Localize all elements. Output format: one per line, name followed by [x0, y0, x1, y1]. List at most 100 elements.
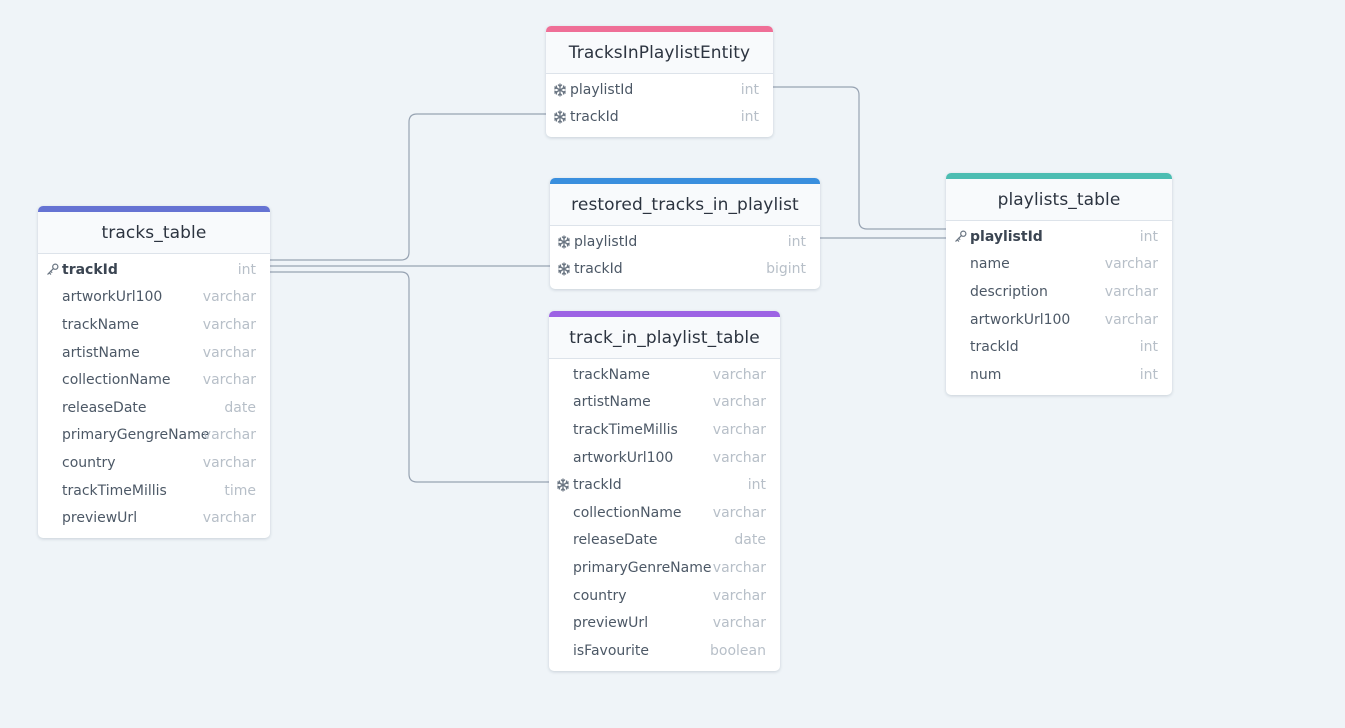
field-row-artwork-url100[interactable]: artworkUrl100 varchar [946, 306, 1172, 334]
field-type: bigint [766, 261, 806, 278]
field-row-collection-name[interactable]: collectionName varchar [38, 366, 270, 394]
field-type: varchar [712, 394, 766, 411]
field-name: trackId [573, 477, 622, 494]
field-type: varchar [202, 316, 256, 333]
field-row-track-name[interactable]: trackName varchar [549, 361, 780, 389]
field-list: trackId int artworkUrl100 varchar trackName v… [38, 254, 270, 538]
field-name: playlistId [970, 228, 1043, 245]
field-row-name[interactable]: name varchar [946, 251, 1172, 279]
field-row-artist-name[interactable]: artistName varchar [38, 339, 270, 367]
field-type: varchar [712, 587, 766, 604]
field-row-country[interactable]: country varchar [549, 582, 780, 610]
field-name: description [970, 283, 1048, 300]
field-name: num [970, 366, 1002, 383]
field-name: isFavourite [573, 642, 650, 659]
connector-trackid-to-track-in-playlist-table [270, 271, 549, 483]
field-name: trackName [62, 316, 139, 333]
field-row-preview-url[interactable]: previewUrl varchar [549, 609, 780, 637]
field-name: trackId [574, 261, 623, 278]
connector-trackid-to-tracksinplaylistentity [270, 113, 546, 261]
field-type: varchar [712, 449, 766, 466]
field-name: releaseDate [573, 532, 658, 549]
field-row-artist-name[interactable]: artistName varchar [549, 389, 780, 417]
field-row-primary-genre-name[interactable]: primaryGenreName varchar [549, 554, 780, 582]
field-name: trackTimeMillis [573, 421, 678, 438]
table-title[interactable]: tracks_table [38, 212, 270, 254]
snowflake-icon [553, 83, 567, 97]
field-name: trackId [970, 339, 1019, 356]
table-title[interactable]: TracksInPlaylistEntity [546, 32, 773, 74]
field-row-track-id[interactable]: trackId bigint [550, 256, 820, 284]
field-name: collectionName [62, 372, 171, 389]
field-type: varchar [712, 421, 766, 438]
field-row-is-favourite[interactable]: isFavourite boolean [549, 637, 780, 665]
table-title[interactable]: playlists_table [946, 179, 1172, 221]
field-row-playlist-id[interactable]: playlistId int [550, 228, 820, 256]
field-type: varchar [1104, 311, 1158, 328]
field-type: varchar [202, 344, 256, 361]
field-type: varchar [712, 559, 766, 576]
field-row-track-id[interactable]: trackId int [38, 256, 270, 284]
field-row-track-time-millis[interactable]: trackTimeMillis time [38, 477, 270, 505]
field-row-track-time-millis[interactable]: trackTimeMillis varchar [549, 416, 780, 444]
table-playlists-table[interactable]: playlists_table playlistId int name varchar d… [946, 173, 1172, 395]
table-tracks-table[interactable]: tracks_table trackId int artworkUrl100 varch… [38, 206, 270, 538]
field-row-artwork-url100[interactable]: artworkUrl100 varchar [38, 284, 270, 312]
field-type: time [224, 482, 256, 499]
field-list: trackName varchar artistName varchar trackTi… [549, 359, 780, 671]
table-tracksinplaylistentity[interactable]: TracksInPlaylistEntity playlistId int track… [546, 26, 773, 138]
field-row-collection-name[interactable]: collectionName varchar [549, 499, 780, 527]
field-name: previewUrl [62, 510, 138, 527]
field-list: playlistId int name varchar description varch… [946, 221, 1172, 395]
field-row-track-name[interactable]: trackName varchar [38, 311, 270, 339]
field-type: int [740, 109, 759, 126]
field-type: varchar [202, 289, 256, 306]
field-list: playlistId int trackId int [546, 74, 773, 137]
field-type: varchar [202, 427, 256, 444]
field-type: int [1139, 228, 1158, 245]
field-name: country [573, 587, 627, 604]
field-row-playlist-id[interactable]: playlistId int [546, 76, 773, 104]
field-type: int [740, 81, 759, 98]
field-row-description[interactable]: description varchar [946, 278, 1172, 306]
field-row-track-id[interactable]: trackId int [549, 471, 780, 499]
field-row-artwork-url100[interactable]: artworkUrl100 varchar [549, 444, 780, 472]
snowflake-icon [557, 262, 571, 277]
field-name: trackTimeMillis [62, 482, 167, 499]
field-type: varchar [712, 366, 766, 383]
field-row-num[interactable]: num int [946, 361, 1172, 389]
field-type: varchar [202, 372, 256, 389]
field-type: varchar [712, 504, 766, 521]
field-name: country [62, 454, 116, 471]
field-name: artistName [573, 394, 651, 411]
table-title[interactable]: track_in_playlist_table [549, 317, 780, 359]
field-name: artworkUrl100 [62, 289, 163, 306]
field-type: int [1139, 339, 1158, 356]
table-track-in-playlist-table[interactable]: track_in_playlist_table trackName varchar a… [549, 311, 780, 671]
field-type: date [224, 399, 256, 416]
field-type: int [237, 261, 256, 278]
field-name: artworkUrl100 [573, 449, 674, 466]
field-row-track-id[interactable]: trackId int [546, 104, 773, 132]
table-title[interactable]: restored_tracks_in_playlist [550, 184, 820, 226]
field-row-preview-url[interactable]: previewUrl varchar [38, 504, 270, 532]
field-row-release-date[interactable]: releaseDate date [38, 394, 270, 422]
table-restored-tracks-in-playlist[interactable]: restored_tracks_in_playlist playlistId int… [550, 178, 820, 290]
field-name: trackId [62, 261, 118, 278]
key-icon [953, 230, 967, 244]
field-type: boolean [710, 642, 766, 659]
snowflake-icon [556, 478, 570, 492]
field-name: primaryGenreName [573, 559, 712, 576]
field-row-track-id[interactable]: trackId int [946, 333, 1172, 361]
field-name: previewUrl [573, 615, 649, 632]
field-row-primary-gengre-name[interactable]: primaryGengreName varchar [38, 422, 270, 450]
field-row-playlist-id[interactable]: playlistId int [946, 223, 1172, 251]
key-icon [45, 263, 59, 277]
field-row-release-date[interactable]: releaseDate date [549, 527, 780, 555]
field-type: varchar [1104, 256, 1158, 273]
field-name: collectionName [573, 504, 682, 521]
field-row-country[interactable]: country varchar [38, 449, 270, 477]
field-type: varchar [202, 510, 256, 527]
field-name: playlistId [574, 233, 638, 250]
field-type: int [1139, 366, 1158, 383]
